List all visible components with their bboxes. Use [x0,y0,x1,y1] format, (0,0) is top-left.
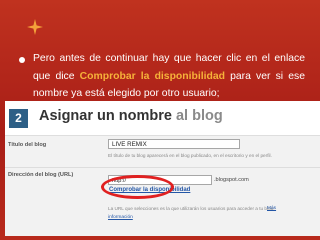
blog-address-label: Dirección del blog (URL) [8,172,74,178]
step-title: Asignar un nombre al blog [39,108,223,124]
star-icon [27,19,43,35]
blog-name-form: Título del blog LIVE REMIX El título de … [5,135,320,236]
more-info-link-part1[interactable]: Más [267,206,276,211]
blog-address-domain: .blogspot.com [214,177,249,183]
more-info-link-part2[interactable]: información [108,215,133,220]
embedded-screenshot: 2 Asignar un nombre al blog Título del b… [5,101,320,236]
form-divider [5,167,320,168]
annotation-circle [101,175,174,199]
bullet-text-highlight: Comprobar la disponibilidad [79,70,225,82]
slide-background: Pero antes de continuar hay que hacer cl… [0,0,320,240]
blog-title-hint: El título de tu blog aparecerá en el blo… [108,153,272,158]
step-title-suffix: al blog [171,108,223,124]
blog-title-label: Título del blog [8,142,47,148]
step-title-main: Asignar un nombre [39,108,172,124]
blog-address-hint: La URL que selecciones es la que utiliza… [108,206,275,211]
bullet-text: Pero antes de continuar hay que hacer cl… [33,50,305,103]
blog-title-input[interactable]: LIVE REMIX [108,139,240,149]
bullet-point-icon [19,57,25,63]
step-number-badge: 2 [9,109,28,128]
